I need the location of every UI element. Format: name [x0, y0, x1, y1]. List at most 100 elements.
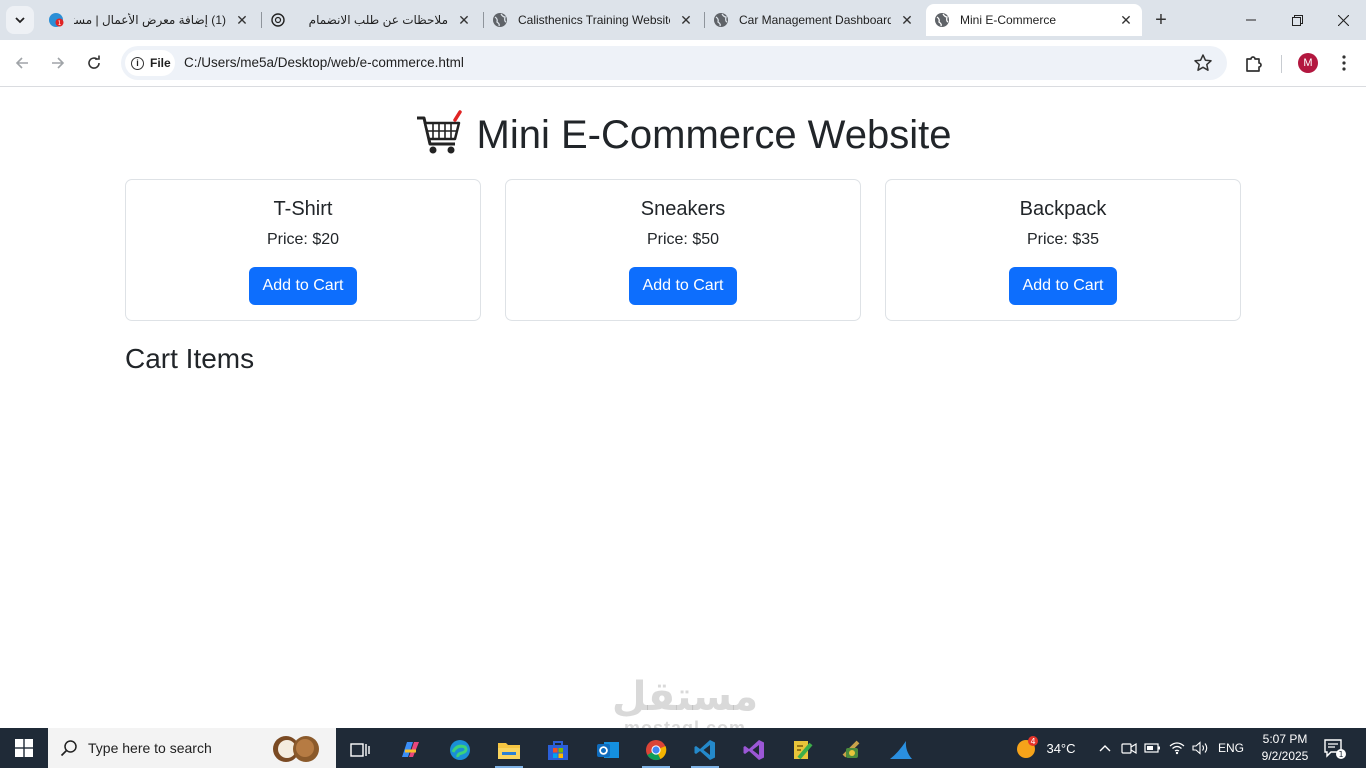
task-view-button[interactable]	[340, 732, 380, 768]
vscode-app[interactable]	[685, 732, 725, 768]
reload-button[interactable]	[80, 49, 108, 77]
app-launcher[interactable]	[832, 732, 872, 768]
input-language[interactable]: ENG	[1214, 728, 1248, 768]
globe-icon	[713, 12, 729, 28]
edge-icon	[450, 740, 470, 760]
sticky-tool-app[interactable]	[783, 732, 823, 768]
tab-title: Mini E-Commerce	[960, 13, 1057, 27]
camera-icon	[1121, 742, 1137, 755]
add-to-cart-button[interactable]: Add to Cart	[1009, 267, 1117, 305]
url-text[interactable]: C:/Users/me5a/Desktop/web/e-commerce.htm…	[184, 55, 464, 70]
battery-icon	[1144, 743, 1160, 753]
tab-title: (1) إضافة معرض الأعمال | مستقل	[74, 13, 226, 27]
fin-icon	[890, 741, 912, 759]
tab-car-management[interactable]: Car Management Dashboard ✕	[705, 4, 923, 36]
microsoft-store-app[interactable]	[538, 732, 578, 768]
edge-app[interactable]	[440, 732, 480, 768]
info-icon: i	[131, 56, 144, 70]
minimize-button[interactable]	[1228, 0, 1274, 40]
bookmark-star-icon[interactable]	[1193, 53, 1213, 73]
close-window-button[interactable]	[1320, 0, 1366, 40]
tab-search-button[interactable]	[6, 6, 34, 34]
volume-indicator[interactable]	[1190, 728, 1212, 768]
temperature-text: 34°C	[1046, 740, 1076, 756]
network-indicator[interactable]	[1166, 728, 1188, 768]
outlook-app[interactable]	[588, 732, 628, 768]
search-placeholder: Type here to search	[88, 740, 212, 756]
start-button[interactable]	[0, 728, 48, 768]
tab-calisthenics[interactable]: Calisthenics Training Website ✕	[484, 4, 702, 36]
shark-app[interactable]	[881, 732, 921, 768]
visual-studio-app[interactable]	[734, 732, 774, 768]
site-info-chip[interactable]: i File	[125, 50, 175, 76]
tab-chatgpt-notes[interactable]: ملاحظات عن طلب الانضمام ✕	[262, 4, 480, 36]
weather-sun-icon: 4	[1017, 736, 1039, 758]
back-button[interactable]	[8, 49, 36, 77]
taskbar-search[interactable]: Type here to search	[48, 728, 336, 768]
taskbar-clock[interactable]: 5:07 PM 9/2/2025	[1250, 731, 1320, 765]
chrome-app[interactable]	[636, 732, 676, 768]
add-to-cart-button[interactable]: Add to Cart	[249, 267, 357, 305]
close-tab-icon[interactable]: ✕	[234, 12, 250, 28]
extensions-puzzle-icon[interactable]	[1242, 52, 1266, 76]
product-name: Sneakers	[640, 198, 726, 220]
product-card: Backpack Price: $35 Add to Cart	[885, 179, 1241, 321]
close-icon	[1337, 14, 1349, 26]
tab-mini-ecommerce[interactable]: Mini E-Commerce ✕	[926, 4, 1142, 36]
copilot-app[interactable]	[390, 732, 430, 768]
product-card: T-Shirt Price: $20 Add to Cart	[125, 179, 481, 321]
clock-time: 5:07 PM	[1262, 732, 1308, 746]
weather-widget[interactable]: 4 34°C	[1010, 728, 1080, 768]
mostaql-favicon-icon: 1	[48, 12, 64, 28]
windows-logo-icon	[15, 739, 33, 757]
arrow-left-icon	[15, 57, 28, 69]
clock-date: 9/2/2025	[1261, 749, 1309, 763]
new-tab-button[interactable]: +	[1150, 9, 1172, 31]
product-price: Price: $50	[646, 231, 720, 248]
task-view-icon	[350, 743, 370, 757]
arrow-right-icon	[52, 57, 65, 69]
product-card: Sneakers Price: $50 Add to Cart	[505, 179, 861, 321]
chevron-up-icon	[1099, 745, 1111, 752]
tab-strip: 1 (1) إضافة معرض الأعمال | مستقل ✕ ملاحظ…	[0, 0, 1366, 40]
wifi-icon	[1169, 742, 1185, 755]
close-tab-icon[interactable]: ✕	[899, 12, 915, 28]
address-bar[interactable]: i File C:/Users/me5a/Desktop/web/e-comme…	[121, 46, 1227, 80]
file-explorer-app[interactable]	[489, 732, 529, 768]
product-price: Price: $35	[1026, 231, 1100, 248]
more-vert-icon	[1342, 55, 1346, 71]
restore-icon	[1291, 14, 1303, 26]
page-title: Mini E-Commerce Website	[0, 110, 1366, 158]
folder-icon	[498, 743, 520, 759]
browser-menu-button[interactable]	[1334, 51, 1354, 75]
chrome-icon	[646, 740, 667, 761]
chatgpt-favicon-icon	[270, 12, 286, 28]
globe-icon	[934, 12, 950, 28]
forward-button[interactable]	[44, 49, 72, 77]
show-hidden-icons-button[interactable]	[1094, 728, 1116, 768]
svg-text:4: 4	[1031, 737, 1036, 746]
notification-center-icon[interactable]: 1	[1322, 736, 1346, 760]
tab-title: ملاحظات عن طلب الانضمام	[308, 13, 448, 27]
close-tab-icon[interactable]: ✕	[456, 12, 472, 28]
close-tab-icon[interactable]: ✕	[678, 12, 694, 28]
battery-indicator[interactable]	[1142, 728, 1164, 768]
windows-taskbar: Type here to search 4 34°C ENG 5:07 PM 9…	[0, 728, 1366, 768]
copilot-icon	[402, 742, 419, 757]
close-tab-icon[interactable]: ✕	[1118, 12, 1134, 28]
pencil-ruler-icon	[794, 741, 813, 760]
meet-now-button[interactable]	[1118, 728, 1140, 768]
svg-text:1: 1	[58, 20, 62, 27]
vscode-icon	[694, 740, 715, 760]
tab-mostaql-portfolio[interactable]: 1 (1) إضافة معرض الأعمال | مستقل ✕	[40, 4, 258, 36]
profile-avatar[interactable]: M	[1298, 53, 1318, 73]
svg-text:1: 1	[1338, 750, 1343, 759]
globe-icon	[492, 12, 508, 28]
add-to-cart-button[interactable]: Add to Cart	[629, 267, 737, 305]
shopping-cart-icon	[416, 110, 462, 154]
cart-items-heading: Cart Items	[125, 343, 255, 374]
restore-button[interactable]	[1274, 0, 1320, 40]
minimize-icon	[1246, 19, 1256, 21]
product-name: T-Shirt	[273, 198, 333, 220]
outlook-icon	[597, 742, 619, 758]
